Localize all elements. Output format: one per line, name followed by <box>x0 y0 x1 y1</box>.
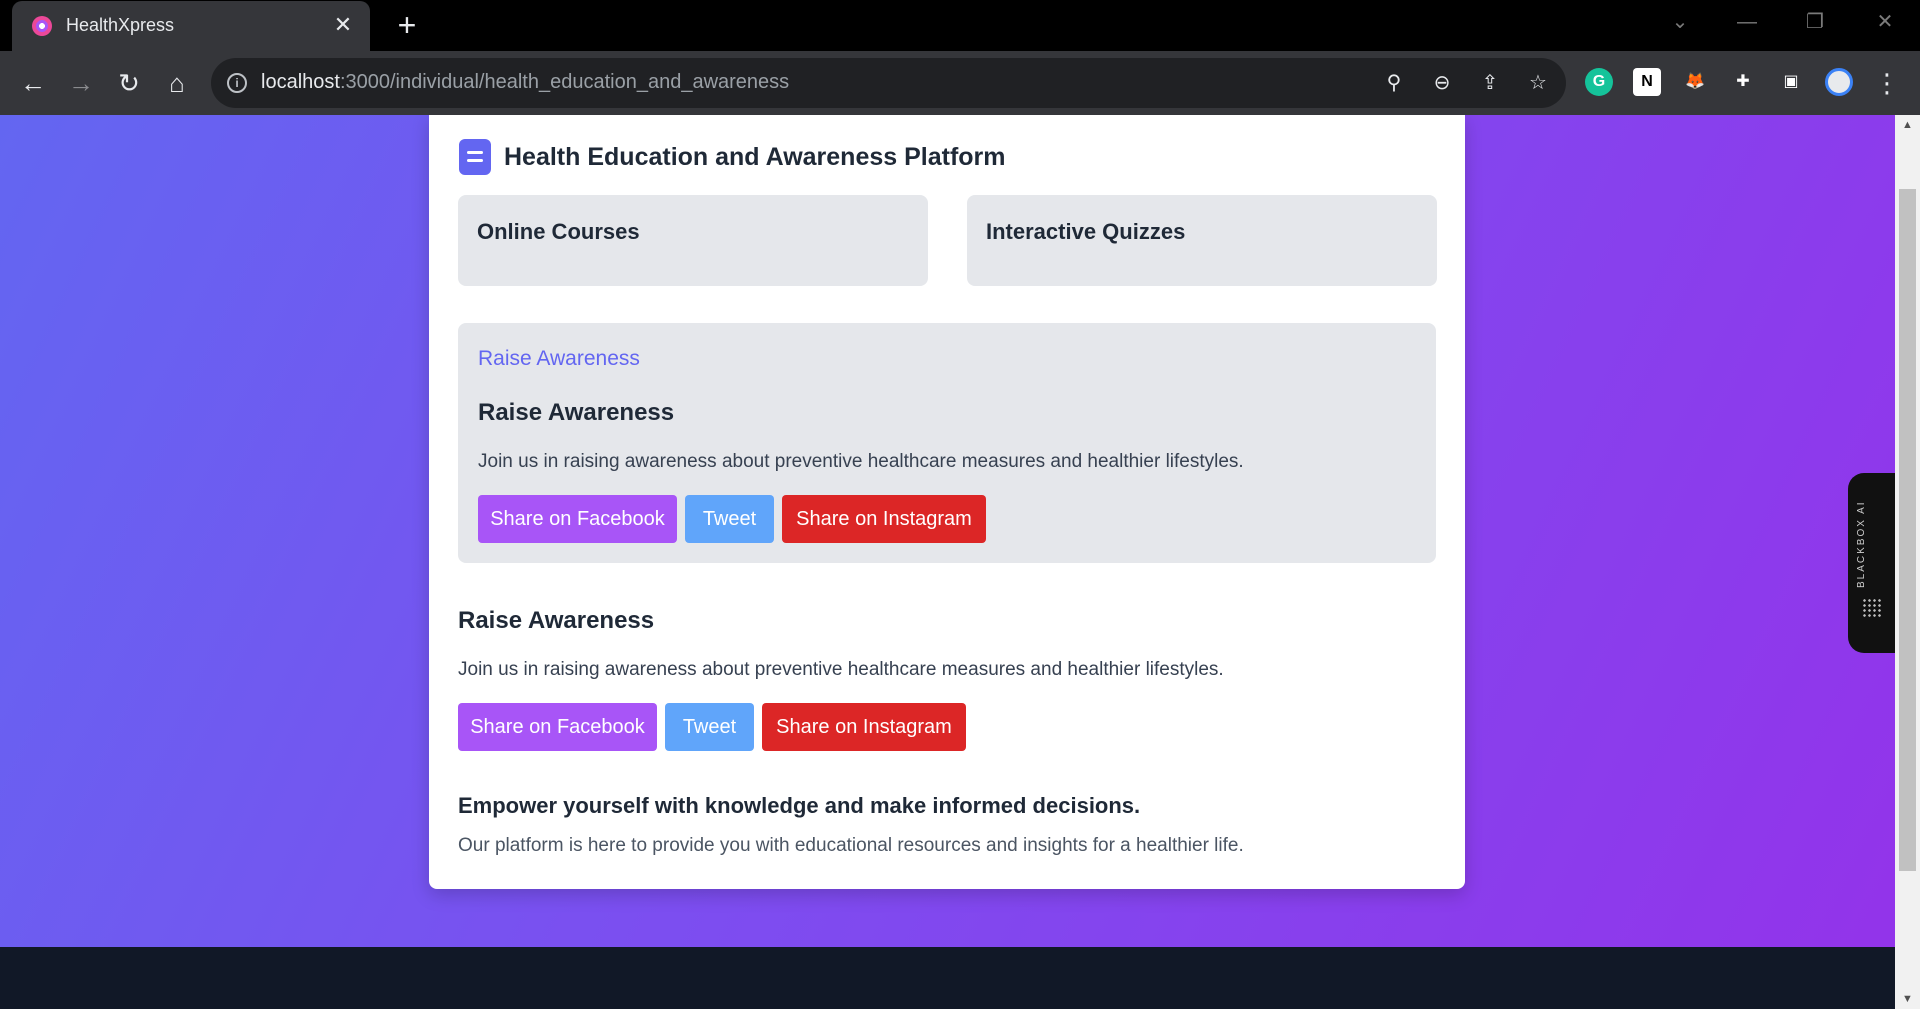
home-button[interactable]: ⌂ <box>159 65 195 101</box>
scroll-down-arrow-icon[interactable]: ▼ <box>1895 989 1920 1009</box>
back-button[interactable]: ← <box>15 65 51 101</box>
browser-tab[interactable]: HealthXpress ✕ <box>12 1 370 51</box>
share-on-facebook-button[interactable]: Share on Facebook <box>478 495 677 543</box>
raise-awareness-link[interactable]: Raise Awareness <box>478 347 640 371</box>
blackbox-dots-icon <box>1862 598 1882 618</box>
tab-close-icon[interactable]: ✕ <box>330 12 356 38</box>
metamask-extension-icon[interactable]: 🦊 <box>1681 68 1709 96</box>
tweet-button[interactable]: Tweet <box>685 495 774 543</box>
share-on-instagram-button[interactable]: Share on Instagram <box>782 495 986 543</box>
page-footer <box>0 947 1895 1009</box>
tab-title: HealthXpress <box>66 15 175 35</box>
url-text: localhost:3000/individual/health_educati… <box>261 71 790 93</box>
main-card: Health Education and Awareness Platform … <box>429 115 1465 889</box>
scroll-up-arrow-icon[interactable]: ▲ <box>1895 115 1920 135</box>
restore-button[interactable]: ❐ <box>1800 8 1830 36</box>
browser-titlebar: HealthXpress ✕ + ⌄ — ❐ ✕ <box>0 0 1920 51</box>
page-viewport: Health Education and Awareness Platform … <box>0 115 1895 1009</box>
panel-heading: Raise Awareness <box>478 399 675 426</box>
share-on-facebook-button[interactable]: Share on Facebook <box>458 703 657 751</box>
section-heading: Raise Awareness <box>458 607 655 634</box>
page-title: Health Education and Awareness Platform <box>504 143 1006 171</box>
new-tab-button[interactable]: + <box>390 8 424 42</box>
blackbox-ai-widget[interactable]: BLACKBOX AI <box>1848 473 1895 653</box>
tile-label: Online Courses <box>477 219 640 244</box>
online-courses-tile[interactable]: Online Courses <box>458 195 928 286</box>
interactive-quizzes-tile[interactable]: Interactive Quizzes <box>967 195 1437 286</box>
empower-text: Our platform is here to provide you with… <box>458 835 1244 856</box>
extensions-puzzle-icon[interactable]: ✚ <box>1729 68 1757 96</box>
tab-search-dropdown-icon[interactable]: ⌄ <box>1665 8 1695 36</box>
section-text: Join us in raising awareness about preve… <box>458 659 1224 680</box>
blackbox-ai-label: BLACKBOX AI <box>1856 500 1867 588</box>
site-info-icon[interactable]: i <box>227 73 247 93</box>
reload-button[interactable]: ↻ <box>111 65 147 101</box>
empower-heading: Empower yourself with knowledge and make… <box>458 793 1141 818</box>
forward-button[interactable]: → <box>63 65 99 101</box>
side-panel-icon[interactable]: ▣ <box>1777 68 1805 96</box>
scrollbar-thumb[interactable] <box>1899 189 1916 871</box>
grammarly-extension-icon[interactable]: G <box>1585 68 1613 96</box>
share-on-instagram-button[interactable]: Share on Instagram <box>762 703 966 751</box>
browser-menu-icon[interactable]: ⋮ <box>1869 65 1905 101</box>
share-icon[interactable]: ⇪ <box>1477 70 1503 96</box>
browser-toolbar: ← → ↻ ⌂ i localhost:3000/individual/heal… <box>0 51 1920 115</box>
book-icon <box>459 139 491 175</box>
close-window-button[interactable]: ✕ <box>1870 8 1900 36</box>
raise-awareness-panel: Raise Awareness Raise Awareness Join us … <box>458 323 1436 563</box>
notion-extension-icon[interactable]: N <box>1633 68 1661 96</box>
panel-text: Join us in raising awareness about preve… <box>478 451 1244 472</box>
bookmark-star-icon[interactable]: ☆ <box>1525 70 1551 96</box>
tile-label: Interactive Quizzes <box>986 219 1186 244</box>
zoom-icon[interactable]: ⊖ <box>1429 70 1455 96</box>
address-bar[interactable]: i localhost:3000/individual/health_educa… <box>211 58 1566 108</box>
vertical-scrollbar[interactable]: ▲ ▼ <box>1895 115 1920 1009</box>
minimize-button[interactable]: — <box>1732 8 1762 36</box>
healthxpress-favicon-icon <box>32 16 52 36</box>
tweet-button[interactable]: Tweet <box>665 703 754 751</box>
location-pin-icon[interactable]: ⚲ <box>1381 70 1407 96</box>
profile-avatar[interactable] <box>1825 68 1853 96</box>
